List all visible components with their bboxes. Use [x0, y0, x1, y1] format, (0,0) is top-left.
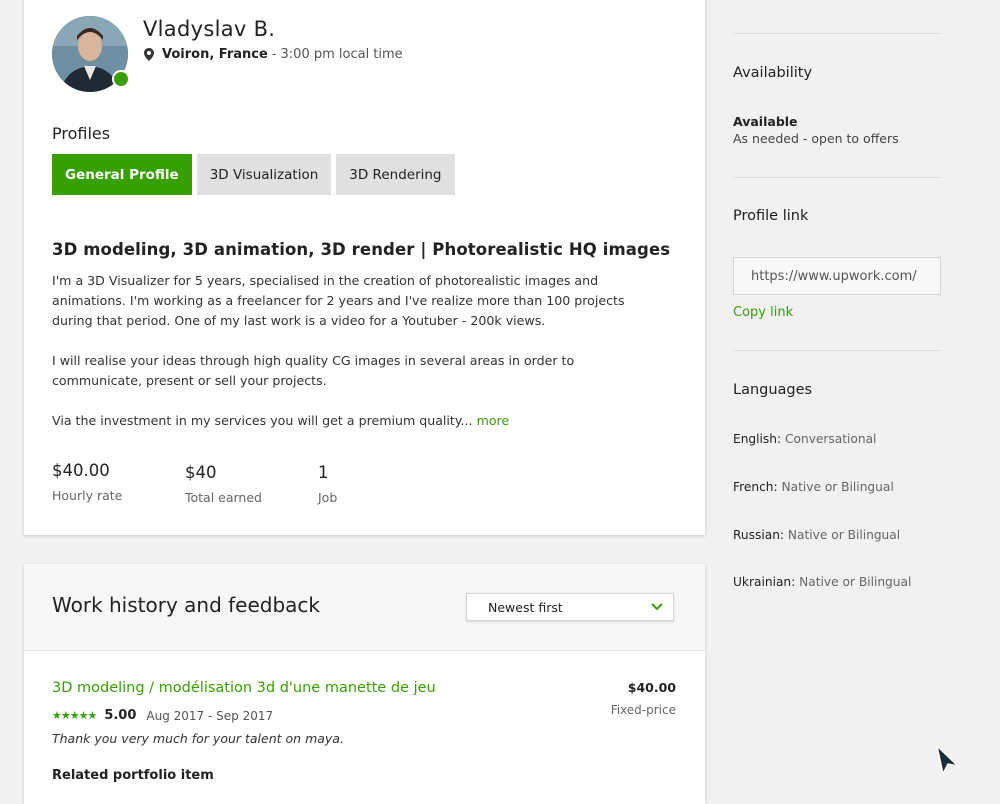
language-item: Ukrainian: Native or Bilingual — [733, 575, 911, 589]
stat-label: Job — [318, 490, 338, 505]
language-item: English: Conversational — [733, 432, 876, 446]
availability-detail: As needed - open to offers — [733, 131, 899, 146]
chevron-down-icon — [651, 603, 663, 611]
job-rating-row: ★★★★★ 5.00 Aug 2017 - Sep 2017 — [52, 708, 273, 723]
language-name: Ukrainian: — [733, 575, 796, 589]
freelancer-name: Vladyslav B. — [143, 17, 276, 41]
stat-value: $40 — [185, 463, 217, 482]
profile-headline: 3D modeling, 3D animation, 3D render | P… — [52, 240, 671, 259]
online-status-dot — [112, 70, 130, 88]
description-truncated-text: Via the investment in my services you wi… — [52, 413, 473, 428]
stat-value: 1 — [318, 463, 329, 482]
stat-hourly-rate: $40.00 Hourly rate — [52, 461, 122, 503]
languages-heading: Languages — [733, 382, 813, 398]
job-type: Fixed-price — [610, 703, 676, 717]
location-separator: - — [271, 47, 277, 62]
job-price: $40.00 — [627, 680, 676, 695]
profile-card: Vladyslav B. Voiron, France - 3:00 pm lo… — [24, 0, 705, 535]
copy-link-button[interactable]: Copy link — [733, 305, 793, 320]
stat-label: Hourly rate — [52, 488, 123, 503]
work-history-header: Work history and feedback Newest first — [24, 564, 705, 651]
work-history-title: Work history and feedback — [52, 593, 321, 617]
sidebar-divider — [733, 350, 941, 351]
work-history-card: Work history and feedback Newest first 3… — [24, 564, 705, 804]
sort-dropdown[interactable]: Newest first — [466, 593, 674, 621]
sidebar-cut-off-link[interactable]: · ·· · ··· · · — [736, 0, 789, 6]
tab-3d-visualization[interactable]: 3D Visualization — [196, 154, 332, 195]
local-time: 3:00 pm local time — [280, 47, 403, 62]
sidebar-divider — [733, 33, 941, 34]
language-level: Native or Bilingual — [787, 528, 901, 542]
description-paragraph-1: I'm a 3D Visualizer for 5 years, special… — [52, 273, 625, 328]
language-level: Conversational — [785, 432, 877, 446]
description-paragraph-2: I will realise your ideas through high q… — [52, 353, 575, 388]
location-line: Voiron, France - 3:00 pm local time — [144, 47, 403, 62]
profiles-heading: Profiles — [52, 124, 111, 143]
language-item: Russian: Native or Bilingual — [733, 528, 900, 542]
description-paragraph-3: Via the investment in my services you wi… — [52, 411, 662, 431]
language-name: Russian: — [733, 528, 785, 542]
stat-label: Total earned — [185, 490, 262, 505]
sidebar-divider — [733, 177, 941, 178]
language-level: Native or Bilingual — [799, 575, 912, 589]
rating-score: 5.00 — [104, 708, 137, 723]
language-item: French: Native or Bilingual — [733, 480, 894, 494]
sort-selected-value: Newest first — [488, 599, 563, 615]
stat-value: $40.00 — [52, 461, 110, 480]
tab-3d-rendering[interactable]: 3D Rendering — [336, 154, 455, 195]
stat-total-earned: $40 Total earned — [185, 463, 262, 505]
job-dates: Aug 2017 - Sep 2017 — [146, 708, 274, 723]
job-feedback: Thank you very much for your talent on m… — [52, 731, 344, 746]
related-portfolio-heading: Related portfolio item — [52, 768, 214, 783]
availability-status: Available — [733, 114, 798, 129]
stat-jobs: 1 Job — [318, 463, 337, 505]
profile-link-field[interactable]: https://www.upwork.com/ — [733, 257, 941, 295]
location-city: Voiron, France — [162, 47, 268, 62]
availability-heading: Availability — [733, 65, 813, 81]
location-pin-icon — [144, 48, 154, 61]
mouse-cursor-icon — [936, 745, 959, 775]
language-name: French: — [733, 480, 778, 494]
language-name: English: — [733, 432, 782, 446]
language-level: Native or Bilingual — [781, 480, 894, 494]
tab-general-profile[interactable]: General Profile — [52, 154, 192, 195]
more-link[interactable]: more — [477, 413, 510, 428]
profile-tabs: General Profile 3D Visualization 3D Rend… — [52, 154, 455, 195]
profile-link-heading: Profile link — [733, 208, 809, 224]
star-rating-icon: ★★★★★ — [52, 709, 97, 722]
job-title-link[interactable]: 3D modeling / modélisation 3d d'une mane… — [52, 680, 436, 696]
